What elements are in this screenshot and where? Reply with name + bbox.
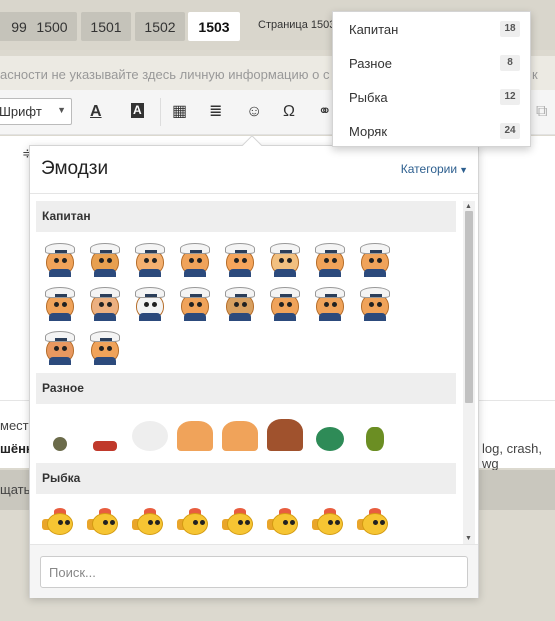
emoji-popup-footer <box>30 544 478 598</box>
emoji-sticker-captain[interactable] <box>177 285 213 321</box>
categories-dropdown: Капитан 18 Разное 8 Рыбка 12 Моряк 24 <box>332 11 531 147</box>
emoji-sticker-misc[interactable] <box>267 415 303 451</box>
align-icon[interactable]: ≣ <box>209 103 222 121</box>
text-color-icon[interactable]: A <box>90 103 102 121</box>
emoji-sticker-misc[interactable] <box>357 415 393 451</box>
font-select-label: Шрифт <box>0 104 42 119</box>
emoji-sticker-captain[interactable] <box>312 285 348 321</box>
emoji-sticker-captain[interactable] <box>42 285 78 321</box>
tags-fragment: log, crash, wg <box>482 441 542 471</box>
page-button-current[interactable]: 1503 <box>188 12 240 41</box>
emoji-sticker-captain[interactable] <box>222 241 258 277</box>
emoji-popup-title: Эмодзи <box>41 158 109 179</box>
table-icon[interactable]: ▦ <box>172 103 187 121</box>
emoji-sticker-fish[interactable] <box>222 505 258 541</box>
page-button-1502[interactable]: 1502 <box>135 12 185 41</box>
emoji-sticker-fish[interactable] <box>267 505 303 541</box>
emoji-sticker-captain[interactable] <box>42 241 78 277</box>
emoji-sticker-captain[interactable] <box>132 285 168 321</box>
emoji-sticker-captain[interactable] <box>312 241 348 277</box>
category-label: Капитан <box>349 22 399 37</box>
categories-label: Категории <box>400 162 458 176</box>
page-number: 1502 <box>144 18 176 35</box>
emoji-sticker-fish[interactable] <box>312 505 348 541</box>
toolbar-divider <box>160 98 161 126</box>
emoji-list[interactable]: Капитан Разное Рыбка <box>36 201 456 544</box>
emoji-sticker-misc[interactable] <box>312 415 348 451</box>
category-item-fish[interactable]: Рыбка 12 <box>333 80 530 114</box>
emoji-search-input[interactable] <box>40 556 468 588</box>
category-count-badge: 18 <box>500 21 520 37</box>
omega-icon[interactable]: Ω <box>283 103 295 121</box>
scrollbar[interactable]: ▲ ▼ <box>463 201 475 544</box>
emoji-sticker-captain[interactable] <box>177 241 213 277</box>
emoji-sticker-captain[interactable] <box>87 329 123 365</box>
emoji-sticker-fish[interactable] <box>42 505 78 541</box>
scroll-up-arrow-icon[interactable]: ▲ <box>465 203 472 210</box>
emoji-sticker-captain[interactable] <box>222 285 258 321</box>
emoji-sticker-fish[interactable] <box>177 505 213 541</box>
page-number: 1500 <box>36 18 68 35</box>
section-header-misc: Разное <box>36 373 456 404</box>
emoji-sticker-misc[interactable] <box>177 415 213 451</box>
link-icon[interactable]: ⚭ <box>318 103 331 121</box>
emoji-sticker-misc[interactable] <box>87 415 123 451</box>
category-count-badge: 24 <box>500 123 520 139</box>
emoji-sticker-fish[interactable] <box>132 505 168 541</box>
background-color-icon[interactable]: A <box>131 103 144 118</box>
emoji-sticker-misc[interactable] <box>42 415 78 451</box>
section-header-captain: Капитан <box>36 201 456 232</box>
page-number: 99 <box>11 18 27 35</box>
emoji-sticker-misc[interactable] <box>132 415 168 451</box>
category-label: Рыбка <box>349 90 388 105</box>
category-count-badge: 8 <box>500 55 520 71</box>
emoji-sticker-captain[interactable] <box>87 285 123 321</box>
category-label: Разное <box>349 56 392 71</box>
page-number: 1501 <box>90 18 122 35</box>
page-button-1500[interactable]: 1500 <box>27 12 77 41</box>
emoji-sticker-captain[interactable] <box>132 241 168 277</box>
emoji-sticker-captain[interactable] <box>267 241 303 277</box>
emoji-sticker-captain[interactable] <box>87 241 123 277</box>
notice-text-fragment: к <box>532 67 538 82</box>
page-button-1501[interactable]: 1501 <box>81 12 131 41</box>
emoji-sticker-captain[interactable] <box>42 329 78 365</box>
scrollbar-thumb[interactable] <box>465 211 473 403</box>
scroll-down-arrow-icon[interactable]: ▼ <box>465 535 472 542</box>
emoji-sticker-fish[interactable] <box>357 505 393 541</box>
emoji-popup-header: Эмодзи Категории ▼ <box>30 146 478 194</box>
caret-down-icon: ▼ <box>459 165 468 175</box>
category-count-badge: 12 <box>500 89 520 105</box>
page-number: 1503 <box>198 18 230 35</box>
emoji-popup: Эмодзи Категории ▼ Капитан Разное Рыбка ▲… <box>29 135 479 598</box>
emoji-sticker-misc[interactable] <box>222 415 258 451</box>
emoji-sticker-captain[interactable] <box>357 285 393 321</box>
categories-button[interactable]: Категории ▼ <box>401 162 468 176</box>
font-family-select[interactable]: Шрифт ▼ <box>0 98 72 125</box>
section-header-fish: Рыбка <box>36 463 456 494</box>
smile-icon[interactable]: ☺ <box>246 103 262 121</box>
emoji-sticker-fish[interactable] <box>87 505 123 541</box>
page-indicator: Страница 1503 <box>258 19 336 31</box>
notice-text: асности не указывайте здесь личную инфор… <box>0 67 330 82</box>
emoji-sticker-captain[interactable] <box>267 285 303 321</box>
category-label: Моряк <box>349 124 388 139</box>
chevron-down-icon: ▼ <box>57 105 66 115</box>
copy-icon[interactable]: ⧉ <box>536 103 547 121</box>
emoji-sticker-captain[interactable] <box>357 241 393 277</box>
category-item-misc[interactable]: Разное 8 <box>333 46 530 80</box>
category-item-sailor[interactable]: Моряк 24 <box>333 114 530 148</box>
category-item-captain[interactable]: Капитан 18 <box>333 12 530 46</box>
